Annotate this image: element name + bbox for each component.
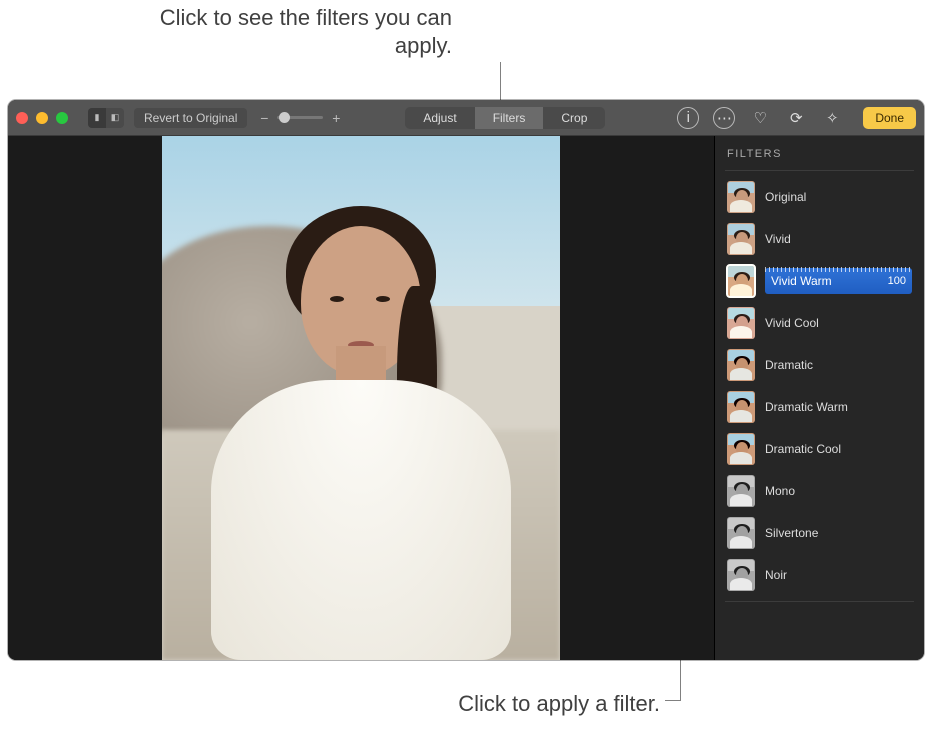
filter-row-vivid-cool[interactable]: Vivid Cool (725, 305, 914, 341)
filter-thumbnail (727, 475, 755, 507)
panel-title: FILTERS (725, 146, 914, 171)
filter-label: Vivid (765, 232, 912, 246)
filter-row-dramatic-cool[interactable]: Dramatic Cool (725, 431, 914, 467)
filter-label: Vivid Warm (771, 274, 888, 288)
close-window-button[interactable] (16, 112, 28, 124)
filter-thumbnail (727, 349, 755, 381)
filter-label: Silvertone (765, 526, 912, 540)
photo-canvas[interactable] (8, 136, 714, 660)
zoom-in-icon: + (329, 110, 343, 126)
filter-label: Original (765, 190, 912, 204)
auto-enhance-icon[interactable]: ✧ (821, 107, 843, 129)
filter-label: Dramatic (765, 358, 912, 372)
filter-row-mono[interactable]: Mono (725, 473, 914, 509)
filter-thumbnail (727, 559, 755, 591)
filter-intensity-slider[interactable]: Vivid Warm100 (765, 268, 912, 294)
more-icon[interactable]: ⋯ (713, 107, 735, 129)
edit-mode-segmented-control: Adjust Filters Crop (405, 107, 605, 129)
view-split-icon: ◧ (106, 108, 124, 128)
filter-label: Mono (765, 484, 912, 498)
filter-row-vivid-warm[interactable]: Vivid Warm100 (725, 263, 914, 299)
filter-thumbnail (727, 181, 755, 213)
zoom-knob[interactable] (279, 112, 290, 123)
zoom-out-icon: − (257, 110, 271, 126)
filter-thumbnail (727, 517, 755, 549)
filter-thumbnail (727, 433, 755, 465)
zoom-slider[interactable]: − + (257, 110, 343, 126)
filter-row-original[interactable]: Original (725, 179, 914, 215)
photo-preview (162, 136, 560, 660)
filter-thumbnail (727, 223, 755, 255)
filter-label: Dramatic Cool (765, 442, 912, 456)
window-controls (16, 112, 68, 124)
filter-label: Noir (765, 568, 912, 582)
filter-row-noir[interactable]: Noir (725, 557, 914, 593)
favorite-heart-icon[interactable]: ♡ (749, 107, 771, 129)
photos-edit-window: ▮ ◧ Revert to Original − + Adjust Filter… (8, 100, 924, 660)
titlebar: ▮ ◧ Revert to Original − + Adjust Filter… (8, 100, 924, 136)
callout-leader-line (665, 700, 681, 701)
filter-row-dramatic-warm[interactable]: Dramatic Warm (725, 389, 914, 425)
filter-row-silvertone[interactable]: Silvertone (725, 515, 914, 551)
filter-label: Vivid Cool (765, 316, 912, 330)
callout-filters-tab: Click to see the filters you can apply. (112, 4, 452, 59)
filter-row-vivid[interactable]: Vivid (725, 221, 914, 257)
toolbar-right-icons: i ⋯ ♡ ⟳ ✧ Done (677, 107, 916, 129)
revert-to-original-button[interactable]: Revert to Original (134, 108, 247, 128)
zoom-window-button[interactable] (56, 112, 68, 124)
filter-thumbnail (727, 391, 755, 423)
tab-filters[interactable]: Filters (475, 107, 544, 129)
panel-divider (725, 601, 914, 602)
filters-list: Original Vivid Vivid Warm100 Vivid Cool Dram… (725, 179, 914, 593)
tab-crop[interactable]: Crop (543, 107, 605, 129)
info-icon[interactable]: i (677, 107, 699, 129)
callout-filter-row: Click to apply a filter. (390, 690, 660, 718)
tab-adjust[interactable]: Adjust (405, 107, 474, 129)
view-split-toggle[interactable]: ▮ ◧ (88, 108, 124, 128)
edit-main-area: FILTERS OriginalVividVivid Warm100Vivid … (8, 136, 924, 660)
filter-label: Dramatic Warm (765, 400, 912, 414)
filter-row-dramatic[interactable]: Dramatic (725, 347, 914, 383)
done-button[interactable]: Done (863, 107, 916, 129)
view-single-icon: ▮ (88, 108, 106, 128)
filter-intensity-value: 100 (888, 275, 906, 287)
filter-thumbnail (727, 265, 755, 297)
minimize-window-button[interactable] (36, 112, 48, 124)
filter-thumbnail (727, 307, 755, 339)
rotate-icon[interactable]: ⟳ (785, 107, 807, 129)
filters-panel: FILTERS OriginalVividVivid Warm100Vivid … (714, 136, 924, 660)
callout-leader-line (500, 62, 501, 102)
zoom-track[interactable] (277, 116, 323, 119)
